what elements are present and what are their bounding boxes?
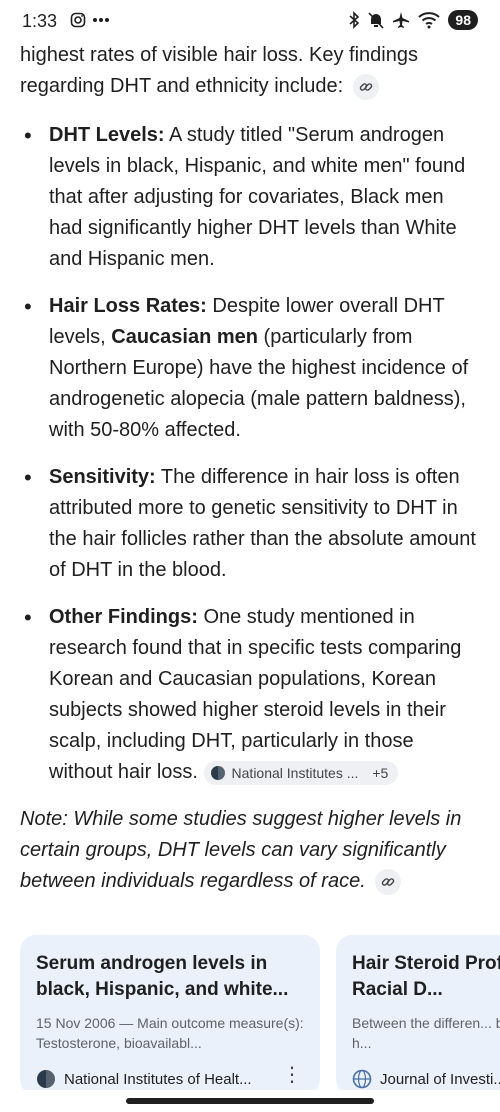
list-item: • Other Findings: One study mentioned in… xyxy=(24,605,462,785)
list-item: • Hair Loss Rates: Despite lower overall… xyxy=(24,294,469,441)
source-card-site-name: National Institutes of Healt... xyxy=(64,1070,252,1088)
source-card-snippet: Between the differen... both Korean grou… xyxy=(352,1015,500,1051)
findings-list: • DHT Levels: A study titled "Serum andr… xyxy=(20,120,480,788)
status-system-icons: 98 xyxy=(348,10,478,30)
source-chip[interactable]: National Institutes ... +5 xyxy=(203,760,399,785)
more-notifications-icon xyxy=(93,18,109,22)
intro-paragraph: highest rates of visible hair loss. Key … xyxy=(20,40,480,102)
globe-icon xyxy=(352,1069,372,1089)
finding-emphasis: Caucasian men xyxy=(111,326,258,348)
home-gesture-handle[interactable] xyxy=(126,1098,374,1104)
note-paragraph: Note: While some studies suggest higher … xyxy=(20,804,480,897)
source-card[interactable]: Serum androgen levels in black, Hispanic… xyxy=(20,935,320,1095)
list-item: • Sensitivity: The difference in hair lo… xyxy=(24,465,476,581)
status-notifications xyxy=(70,12,110,28)
nih-logo-icon xyxy=(210,765,225,780)
finding-title: Hair Loss Rates: xyxy=(49,295,207,317)
citation-link-button[interactable] xyxy=(352,73,379,100)
finding-title: DHT Levels: xyxy=(49,124,165,146)
status-bar: 1:33 98 xyxy=(0,0,500,44)
answer-content: highest rates of visible hair loss. Key … xyxy=(20,40,480,897)
source-card-title: Serum androgen levels in black, Hispanic… xyxy=(36,953,289,1000)
bell-muted-icon xyxy=(368,12,385,29)
instagram-icon xyxy=(70,12,86,28)
nih-logo-icon xyxy=(37,1070,55,1088)
source-card[interactable]: Hair Steroid Profiles Reveals Racial D..… xyxy=(336,935,500,1095)
wifi-icon xyxy=(418,12,441,29)
finding-text: One study mentioned in research found th… xyxy=(49,606,462,783)
source-cards-carousel[interactable]: Serum androgen levels in black, Hispanic… xyxy=(20,935,500,1095)
battery-indicator: 98 xyxy=(448,10,478,30)
source-card-title: Hair Steroid Profiles Reveals Racial D..… xyxy=(352,953,500,1000)
citation-link-button[interactable] xyxy=(375,868,402,895)
source-card-site-name: Journal of Investi... xyxy=(380,1070,500,1088)
source-chip-more: +5 xyxy=(372,764,389,781)
link-icon xyxy=(382,877,395,886)
airplane-mode-icon xyxy=(393,12,410,28)
status-time: 1:33 xyxy=(22,11,58,31)
finding-title: Other Findings: xyxy=(49,606,198,628)
source-card-snippet: 15 Nov 2006 — Main outcome measure(s): T… xyxy=(36,1015,304,1051)
link-icon xyxy=(359,82,372,91)
gesture-nav-bar xyxy=(0,1090,500,1112)
finding-title: Sensitivity: xyxy=(49,466,156,488)
list-item: • DHT Levels: A study titled "Serum andr… xyxy=(24,123,466,270)
source-card-site: National Institutes of Healt... xyxy=(36,1069,306,1089)
bluetooth-icon xyxy=(349,11,360,29)
more-options-icon[interactable]: ⋮ xyxy=(282,1062,302,1087)
source-chip-label: National Institutes ... xyxy=(231,764,359,781)
source-card-site: Journal of Investi... xyxy=(352,1069,500,1089)
